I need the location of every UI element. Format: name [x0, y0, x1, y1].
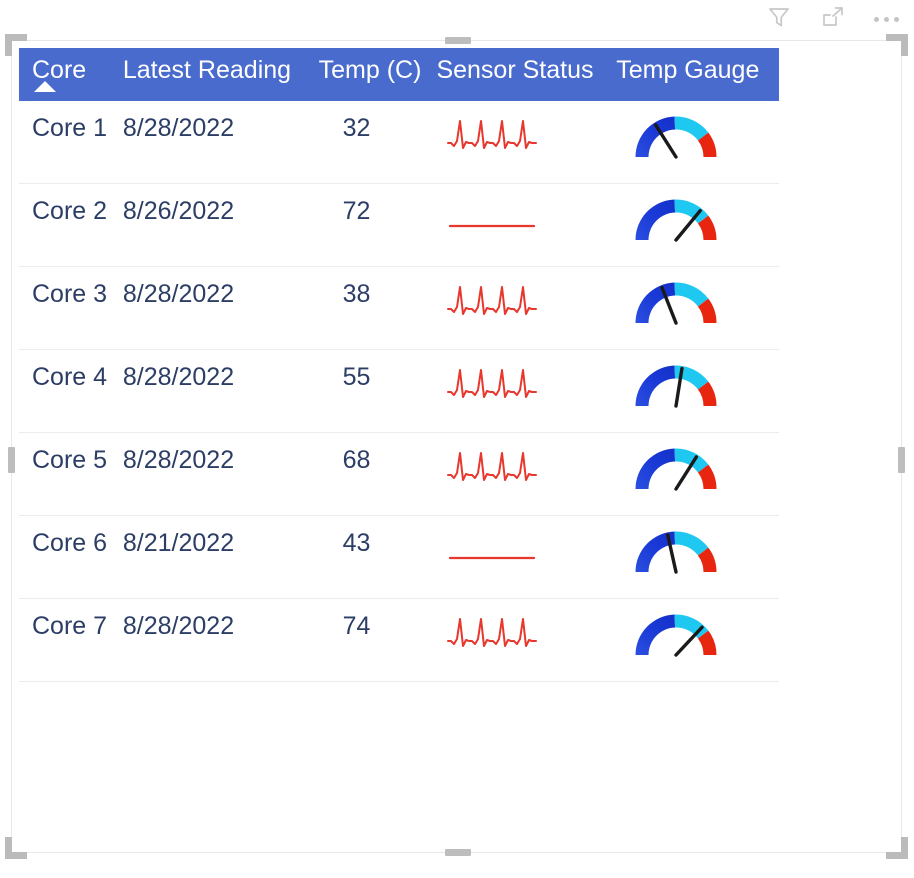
cell-temp-c: 43	[342, 529, 371, 557]
temp-gauge-icon	[635, 614, 717, 657]
column-header-sensor-status[interactable]: Sensor Status	[436, 48, 616, 83]
visual-selection-frame[interactable]: Core Latest Reading Temp (C) Sensor Stat…	[5, 34, 908, 859]
cell-latest-reading: 8/28/2022	[122, 114, 235, 142]
cell-sensor-status	[436, 599, 616, 655]
cell-sensor-status	[436, 516, 616, 572]
cell-temp-c: 38	[342, 280, 371, 308]
resize-handle-middle-left[interactable]	[8, 447, 15, 473]
table-row[interactable]: Core 7 8/28/2022 74	[19, 599, 779, 682]
cell-core: Core 3	[32, 280, 108, 308]
table-row[interactable]: Core 5 8/28/2022 68	[19, 433, 779, 516]
cell-temp-gauge	[616, 433, 779, 499]
table-row[interactable]: Core 2 8/26/2022 72	[19, 184, 779, 267]
more-dot	[874, 16, 879, 22]
cell-core: Core 6	[32, 529, 108, 557]
cell-latest-reading: 8/21/2022	[122, 529, 235, 557]
focus-mode-icon[interactable]	[820, 4, 846, 30]
cell-temp-c: 55	[342, 363, 371, 391]
heartbeat-sparkline-icon	[447, 618, 538, 647]
resize-handle-middle-right[interactable]	[898, 447, 905, 473]
cell-core: Core 5	[32, 446, 108, 474]
cell-temp-c: 74	[342, 612, 371, 640]
cell-sensor-status	[436, 184, 616, 240]
sort-ascending-icon[interactable]	[34, 81, 56, 92]
heartbeat-sparkline-icon	[447, 369, 538, 398]
resize-handle-top-center[interactable]	[445, 37, 471, 44]
temp-gauge-icon	[635, 531, 717, 574]
cell-sensor-status	[436, 350, 616, 406]
cell-sensor-status	[436, 267, 616, 323]
cell-latest-reading: 8/28/2022	[122, 363, 235, 391]
cell-latest-reading: 8/28/2022	[122, 446, 235, 474]
cell-temp-gauge	[616, 101, 779, 167]
cell-temp-c: 32	[342, 114, 371, 142]
cell-latest-reading: 8/26/2022	[122, 197, 235, 225]
cell-sensor-status	[436, 433, 616, 489]
cell-temp-gauge	[616, 350, 779, 416]
temp-gauge-icon	[635, 199, 717, 242]
temp-gauge-icon	[635, 116, 717, 159]
cell-temp-gauge	[616, 516, 779, 582]
cell-temp-gauge	[616, 599, 779, 665]
more-options-icon[interactable]	[874, 6, 900, 32]
resize-handle-bottom-center[interactable]	[445, 849, 471, 856]
flatline-sparkline-icon	[449, 556, 536, 560]
temp-gauge-icon	[635, 448, 717, 491]
visual-header	[0, 0, 914, 34]
cell-latest-reading: 8/28/2022	[122, 280, 235, 308]
matrix-table: Core Latest Reading Temp (C) Sensor Stat…	[19, 48, 779, 682]
cell-core: Core 4	[32, 363, 108, 391]
cell-latest-reading: 8/28/2022	[122, 612, 235, 640]
cell-temp-c: 72	[342, 197, 371, 225]
table-row[interactable]: Core 6 8/21/2022 43	[19, 516, 779, 599]
column-header-temp-c[interactable]: Temp (C)	[319, 48, 437, 83]
cell-sensor-status	[436, 101, 616, 157]
cell-temp-gauge	[616, 184, 779, 250]
table-body: Core 1 8/28/2022 32 Core 2 8/26/2022 72 Core 3…	[19, 101, 779, 682]
temp-gauge-icon	[635, 282, 717, 325]
column-header-core[interactable]: Core	[19, 48, 123, 83]
more-dot	[894, 16, 899, 22]
cell-temp-c: 68	[342, 446, 371, 474]
cell-core: Core 7	[32, 612, 108, 640]
cell-core: Core 1	[32, 114, 108, 142]
heartbeat-sparkline-icon	[447, 452, 538, 481]
table-row[interactable]: Core 3 8/28/2022 38	[19, 267, 779, 350]
heartbeat-sparkline-icon	[447, 120, 538, 149]
heartbeat-sparkline-icon	[447, 286, 538, 315]
table-row[interactable]: Core 4 8/28/2022 55	[19, 350, 779, 433]
table-header-row: Core Latest Reading Temp (C) Sensor Stat…	[19, 48, 779, 101]
filter-icon[interactable]	[766, 4, 792, 30]
cell-core: Core 2	[32, 197, 108, 225]
column-header-temp-gauge[interactable]: Temp Gauge	[616, 48, 779, 83]
flatline-sparkline-icon	[449, 224, 536, 228]
cell-temp-gauge	[616, 267, 779, 333]
more-dot	[884, 16, 889, 22]
column-header-latest-reading[interactable]: Latest Reading	[123, 48, 319, 83]
temp-gauge-icon	[635, 365, 717, 408]
table-row[interactable]: Core 1 8/28/2022 32	[19, 101, 779, 184]
